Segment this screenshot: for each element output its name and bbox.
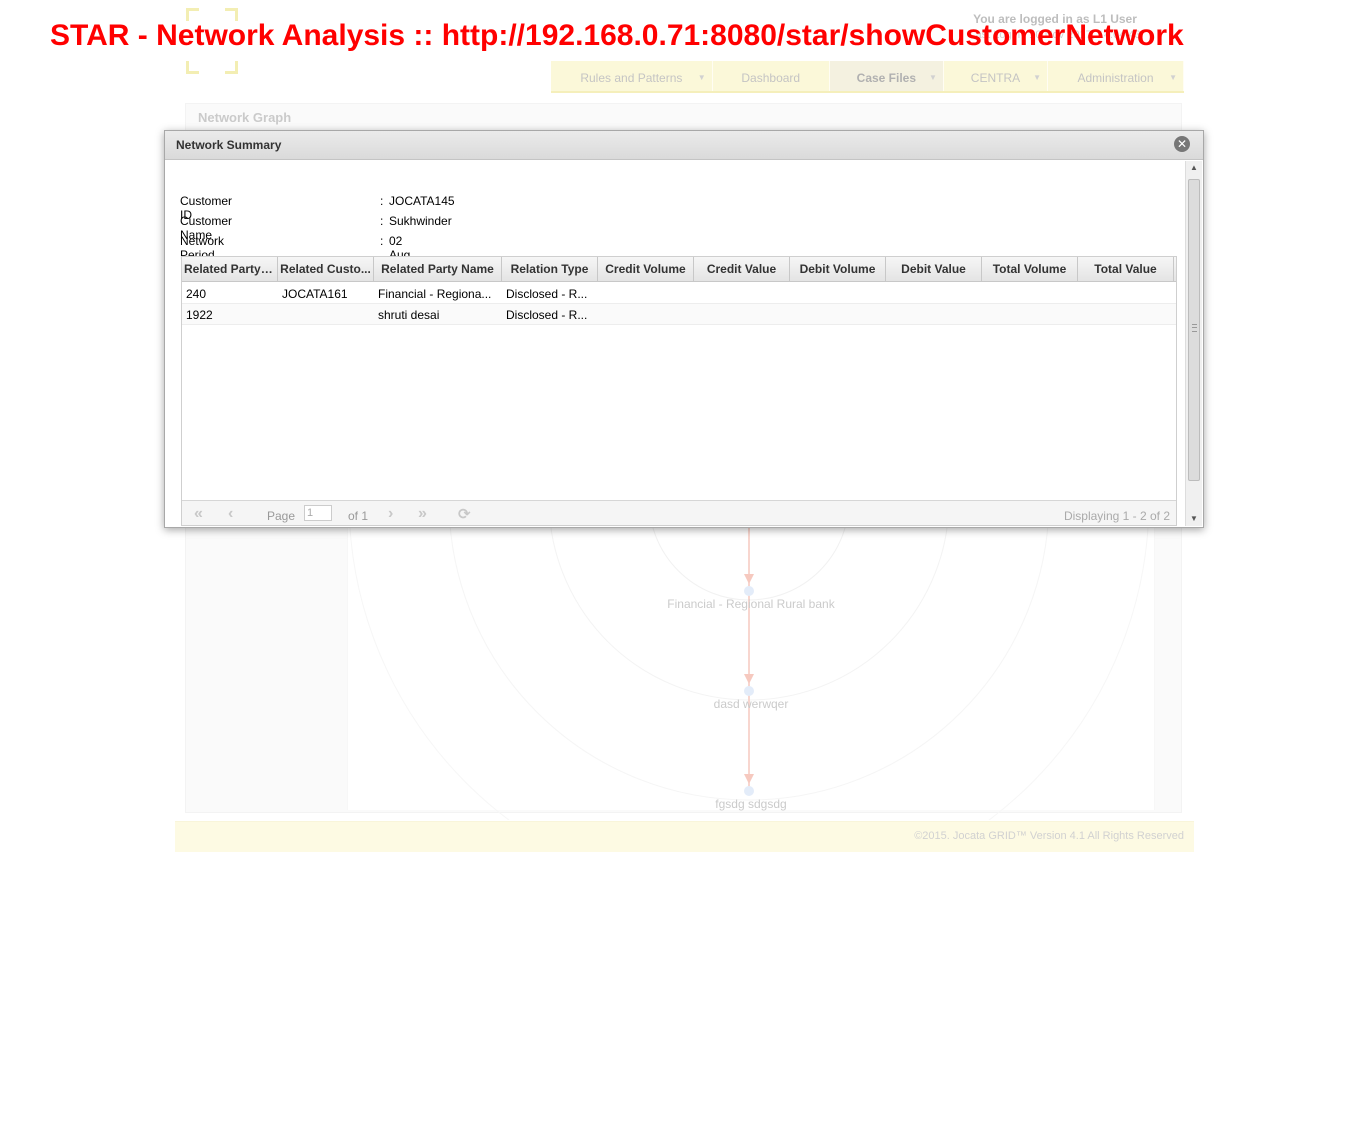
refresh-icon[interactable]: ⟳: [458, 505, 471, 523]
nav-case-files[interactable]: Case Files ▼: [829, 61, 944, 91]
column-header[interactable]: Debit Value: [886, 257, 982, 281]
debit-volume-cell: [790, 283, 886, 303]
column-header[interactable]: Debit Volume: [790, 257, 886, 281]
arrow-icon: [744, 774, 754, 784]
table-row[interactable]: 1922 shruti desai Disclosed - R...: [182, 304, 1176, 325]
paging-toolbar: « ‹ Page of 1 › » ⟳ Displaying 1 - 2 of …: [182, 500, 1176, 525]
paging-display-text: Displaying 1 - 2 of 2: [1063, 509, 1170, 523]
related-party-id-cell: 1922: [186, 308, 213, 322]
arrow-icon: [744, 674, 754, 684]
table-row[interactable]: 240 JOCATA161 Financial - Regiona... Dis…: [182, 283, 1176, 304]
customer-name-value: Sukhwinder: [389, 214, 452, 228]
nav-label: Case Files: [856, 71, 917, 85]
total-volume-cell: [982, 304, 1078, 324]
column-header[interactable]: Total Volume: [982, 257, 1078, 281]
close-icon[interactable]: ✕: [1174, 136, 1190, 152]
column-header[interactable]: Related Party Name: [374, 257, 502, 281]
column-header[interactable]: Related Custo...: [278, 257, 374, 281]
nav-label: Administration: [1077, 71, 1154, 85]
related-customer-cell: JOCATA161: [282, 287, 348, 301]
chevron-down-icon[interactable]: ▼: [929, 61, 937, 95]
column-header[interactable]: Related Party ID: [182, 257, 278, 281]
network-graph: Financial - Regional Rural bank dasd wer…: [348, 500, 1150, 820]
copyright-text: ©2015. Jocata GRID™ Version 4.1 All Righ…: [914, 830, 1184, 842]
colon: :: [380, 234, 384, 248]
page-number-input[interactable]: [304, 505, 332, 521]
main-nav: Rules and Patterns ▼ Dashboard Case Files…: [551, 61, 1184, 93]
dialog-scrollbar[interactable]: ▲ ▼: [1185, 161, 1202, 526]
page-label: Page: [267, 509, 296, 523]
graph-node-label: fgsdg sdgsdg: [715, 797, 786, 811]
footer: ©2015. Jocata GRID™ Version 4.1 All Righ…: [175, 821, 1194, 852]
chevron-down-icon[interactable]: ▼: [698, 61, 706, 95]
scroll-thumb[interactable]: [1188, 179, 1200, 481]
debit-value-cell: [886, 304, 982, 324]
graph-node-label: Financial - Regional Rural bank: [667, 597, 835, 611]
chevron-down-icon[interactable]: ▼: [1033, 61, 1041, 95]
column-header[interactable]: Credit Value: [694, 257, 790, 281]
chevron-down-icon[interactable]: ▼: [1169, 61, 1177, 95]
nav-label: CENTRA: [970, 71, 1021, 85]
dialog-title: Network Summary: [176, 138, 282, 152]
scroll-down-icon[interactable]: ▼: [1186, 512, 1202, 526]
related-party-name-cell: shruti desai: [378, 308, 440, 322]
prev-page-icon[interactable]: ‹: [228, 505, 233, 523]
customer-id-value: JOCATA145: [389, 194, 455, 208]
graph-title: Network Graph: [198, 110, 292, 125]
credit-volume-cell: [598, 283, 694, 303]
nav-centra[interactable]: CENTRA ▼: [944, 61, 1049, 91]
nav-label: Rules and Patterns: [580, 71, 683, 85]
related-customer-cell: [278, 304, 374, 324]
related-party-id-cell: 240: [186, 287, 207, 301]
credit-value-cell: [694, 283, 790, 303]
column-header[interactable]: Total Value: [1078, 257, 1174, 281]
credit-value-cell: [694, 304, 790, 324]
relation-type-cell: Disclosed - R...: [506, 308, 588, 322]
graph-node[interactable]: [744, 786, 754, 796]
colon: :: [380, 194, 384, 208]
related-party-grid: Related Party ID Related Custo... Relate…: [181, 256, 1177, 526]
related-party-name-cell: Financial - Regiona...: [378, 287, 492, 301]
graph-node[interactable]: [744, 686, 754, 696]
colon: :: [380, 214, 384, 228]
graph-node-label: dasd werwqer: [714, 697, 789, 711]
relation-type-cell: Disclosed - R...: [506, 287, 588, 301]
last-page-icon[interactable]: »: [418, 505, 427, 523]
nav-dashboard[interactable]: Dashboard: [713, 61, 830, 91]
dialog-header: Network Summary ✕: [165, 131, 1203, 160]
window-caption: STAR - Network Analysis :: http://192.16…: [50, 19, 1184, 52]
total-value-cell: [1078, 283, 1174, 303]
column-header[interactable]: Credit Volume: [598, 257, 694, 281]
first-page-icon[interactable]: «: [194, 505, 203, 523]
grid-header: Related Party ID Related Custo... Relate…: [182, 257, 1176, 282]
graph-node[interactable]: [744, 586, 754, 596]
nav-label: Dashboard: [741, 71, 801, 85]
arrow-icon: [744, 574, 754, 584]
page-count-label: of 1: [348, 509, 369, 523]
debit-volume-cell: [790, 304, 886, 324]
network-summary-dialog: Network Summary ✕ Customer ID : JOCATA14…: [164, 130, 1204, 528]
nav-rules-and-patterns[interactable]: Rules and Patterns ▼: [551, 61, 713, 91]
total-value-cell: [1078, 304, 1174, 324]
credit-volume-cell: [598, 304, 694, 324]
next-page-icon[interactable]: ›: [388, 505, 393, 523]
debit-value-cell: [886, 283, 982, 303]
scroll-up-icon[interactable]: ▲: [1186, 161, 1202, 175]
total-volume-cell: [982, 283, 1078, 303]
nav-administration[interactable]: Administration ▼: [1048, 61, 1184, 91]
column-header[interactable]: Relation Type: [502, 257, 598, 281]
